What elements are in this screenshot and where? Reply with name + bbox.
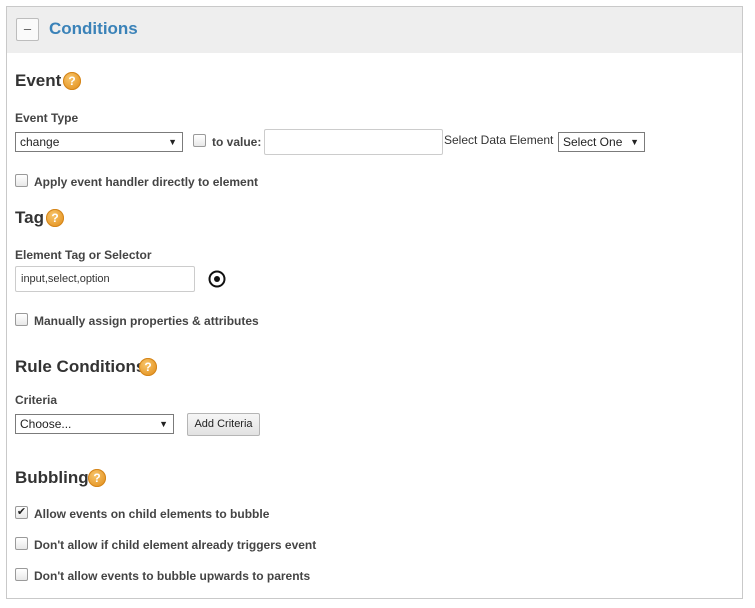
- event-type-value: change: [20, 135, 60, 149]
- apply-handler-label: Apply event handler directly to element: [34, 175, 259, 189]
- allow-bubble-checkbox[interactable]: ✔: [15, 506, 28, 519]
- data-element-label: Select Data Element: [444, 133, 554, 147]
- to-value-checkbox[interactable]: [193, 134, 206, 147]
- event-type-select[interactable]: change ▼: [15, 132, 183, 152]
- collapse-button[interactable]: –: [16, 18, 39, 41]
- to-value-input[interactable]: [264, 129, 443, 155]
- apply-handler-checkbox[interactable]: [15, 174, 28, 187]
- add-criteria-button[interactable]: Add Criteria: [187, 413, 260, 436]
- caret-down-icon: ▼: [159, 419, 168, 429]
- selector-label: Element Tag or Selector: [15, 248, 152, 262]
- event-type-label: Event Type: [15, 111, 79, 125]
- caret-down-icon: ▼: [630, 137, 639, 147]
- target-selector-icon[interactable]: [208, 270, 226, 288]
- panel-header: – Conditions: [7, 7, 742, 53]
- child-triggers-checkbox[interactable]: [15, 537, 28, 550]
- manual-assign-label: Manually assign properties & attributes: [34, 314, 259, 328]
- caret-down-icon: ▼: [168, 137, 177, 147]
- data-element-value: Select One: [563, 135, 623, 149]
- event-heading: Event: [15, 71, 62, 90]
- criteria-label: Criteria: [15, 393, 58, 407]
- data-element-select[interactable]: Select One ▼: [558, 132, 645, 152]
- to-value-label: to value:: [212, 135, 262, 149]
- allow-bubble-label: Allow events on child elements to bubble: [34, 507, 270, 521]
- child-triggers-label: Don't allow if child element already tri…: [34, 538, 317, 552]
- question-circle-icon[interactable]: ?: [88, 469, 106, 487]
- criteria-value: Choose...: [20, 417, 72, 431]
- no-bubble-parents-checkbox[interactable]: [15, 568, 28, 581]
- manual-assign-checkbox[interactable]: [15, 313, 28, 326]
- check-mark-icon: ✔: [16, 506, 27, 518]
- question-circle-icon[interactable]: ?: [139, 358, 157, 376]
- bubbling-heading: Bubbling: [15, 468, 89, 487]
- tag-heading: Tag: [15, 208, 44, 227]
- rule-conditions-heading: Rule Conditions: [15, 357, 146, 376]
- question-circle-icon[interactable]: ?: [46, 209, 64, 227]
- panel-title: Conditions: [49, 19, 138, 38]
- question-circle-icon[interactable]: ?: [63, 72, 81, 90]
- selector-input[interactable]: input,select,option: [15, 266, 195, 292]
- no-bubble-parents-label: Don't allow events to bubble upwards to …: [34, 569, 311, 583]
- criteria-select[interactable]: Choose... ▼: [15, 414, 174, 434]
